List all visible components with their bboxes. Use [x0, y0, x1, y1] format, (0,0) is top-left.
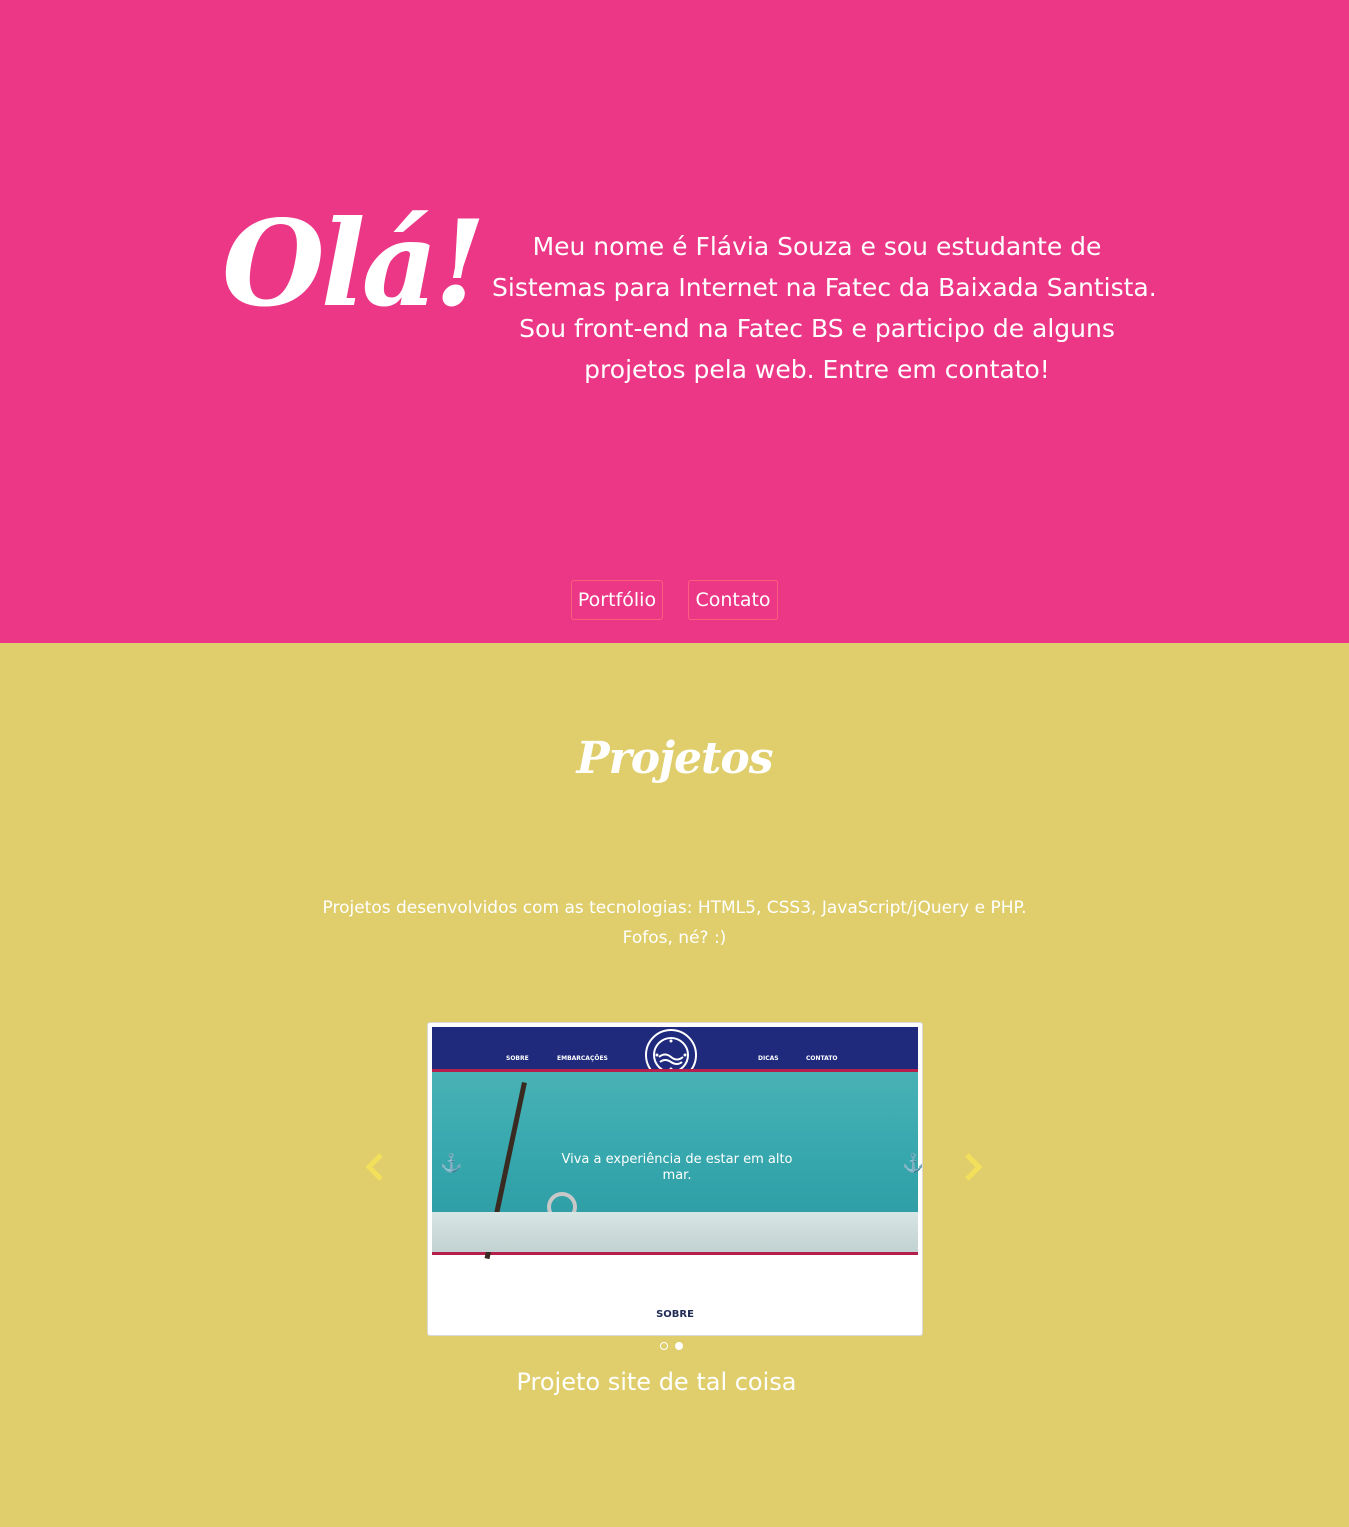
slide-screenshot-hero: ⚓ ⚓ Viva a experiência de estar em alto …: [432, 1069, 922, 1260]
slide-screenshot-nav: SOBRE EMBARCAÇÕES DICAS CONTATO: [432, 1027, 918, 1081]
anchor-icon: ⚓: [440, 1153, 463, 1173]
slide-tagline: Viva a experiência de estar em alto mar.: [542, 1152, 812, 1184]
carousel-indicators: [660, 1342, 683, 1350]
project-caption: Projeto site de tal coisa: [516, 1368, 797, 1396]
carousel-indicator[interactable]: [660, 1342, 668, 1350]
intro-line: projetos pela web. Entre em contato!: [584, 355, 1050, 384]
contact-button[interactable]: Contato: [688, 580, 778, 620]
carousel-indicator-active[interactable]: [675, 1342, 683, 1350]
slide-nav-item: SOBRE: [506, 1055, 529, 1062]
intro-line: Sistemas para Internet na Fatec da Baixa…: [492, 273, 1157, 302]
carousel-prev-button[interactable]: [363, 1151, 387, 1183]
carousel-slide[interactable]: SOBRE EMBARCAÇÕES DICAS CONTATO ⚓ ⚓ Viva…: [427, 1022, 923, 1336]
slide-section-label: SOBRE: [656, 1309, 694, 1320]
slide-nav-item: EMBARCAÇÕES: [557, 1055, 608, 1062]
intro-line: Sou front-end na Fatec BS e participo de…: [519, 314, 1115, 343]
intro-line: Meu nome é Flávia Souza e sou estudante …: [532, 232, 1102, 261]
projects-description: Projetos desenvolvidos com as tecnologia…: [0, 893, 1349, 953]
boat-deck-graphic: [432, 1212, 918, 1252]
description-line: Projetos desenvolvidos com as tecnologia…: [322, 898, 1027, 918]
hero-section: Olá! Meu nome é Flávia Souza e sou estud…: [0, 0, 1349, 643]
tagline-line: Viva a experiência de estar em alto: [561, 1152, 793, 1167]
slide-nav-item: DICAS: [758, 1055, 779, 1062]
chevron-right-icon: [965, 1153, 983, 1181]
tagline-line: mar.: [662, 1168, 692, 1183]
anchor-icon: ⚓: [902, 1153, 923, 1173]
projects-section: Projetos Projetos desenvolvidos com as t…: [0, 643, 1349, 1527]
greeting-heading: Olá!: [222, 194, 486, 333]
description-line: Fofos, né? :): [622, 928, 727, 948]
intro-text: Meu nome é Flávia Souza e sou estudante …: [492, 226, 1157, 390]
slide-nav-item: CONTATO: [806, 1055, 838, 1062]
projects-title: Projetos: [576, 733, 774, 784]
carousel-next-button[interactable]: [961, 1151, 985, 1183]
portfolio-button[interactable]: Portfólio: [571, 580, 663, 620]
chevron-left-icon: [365, 1153, 383, 1181]
